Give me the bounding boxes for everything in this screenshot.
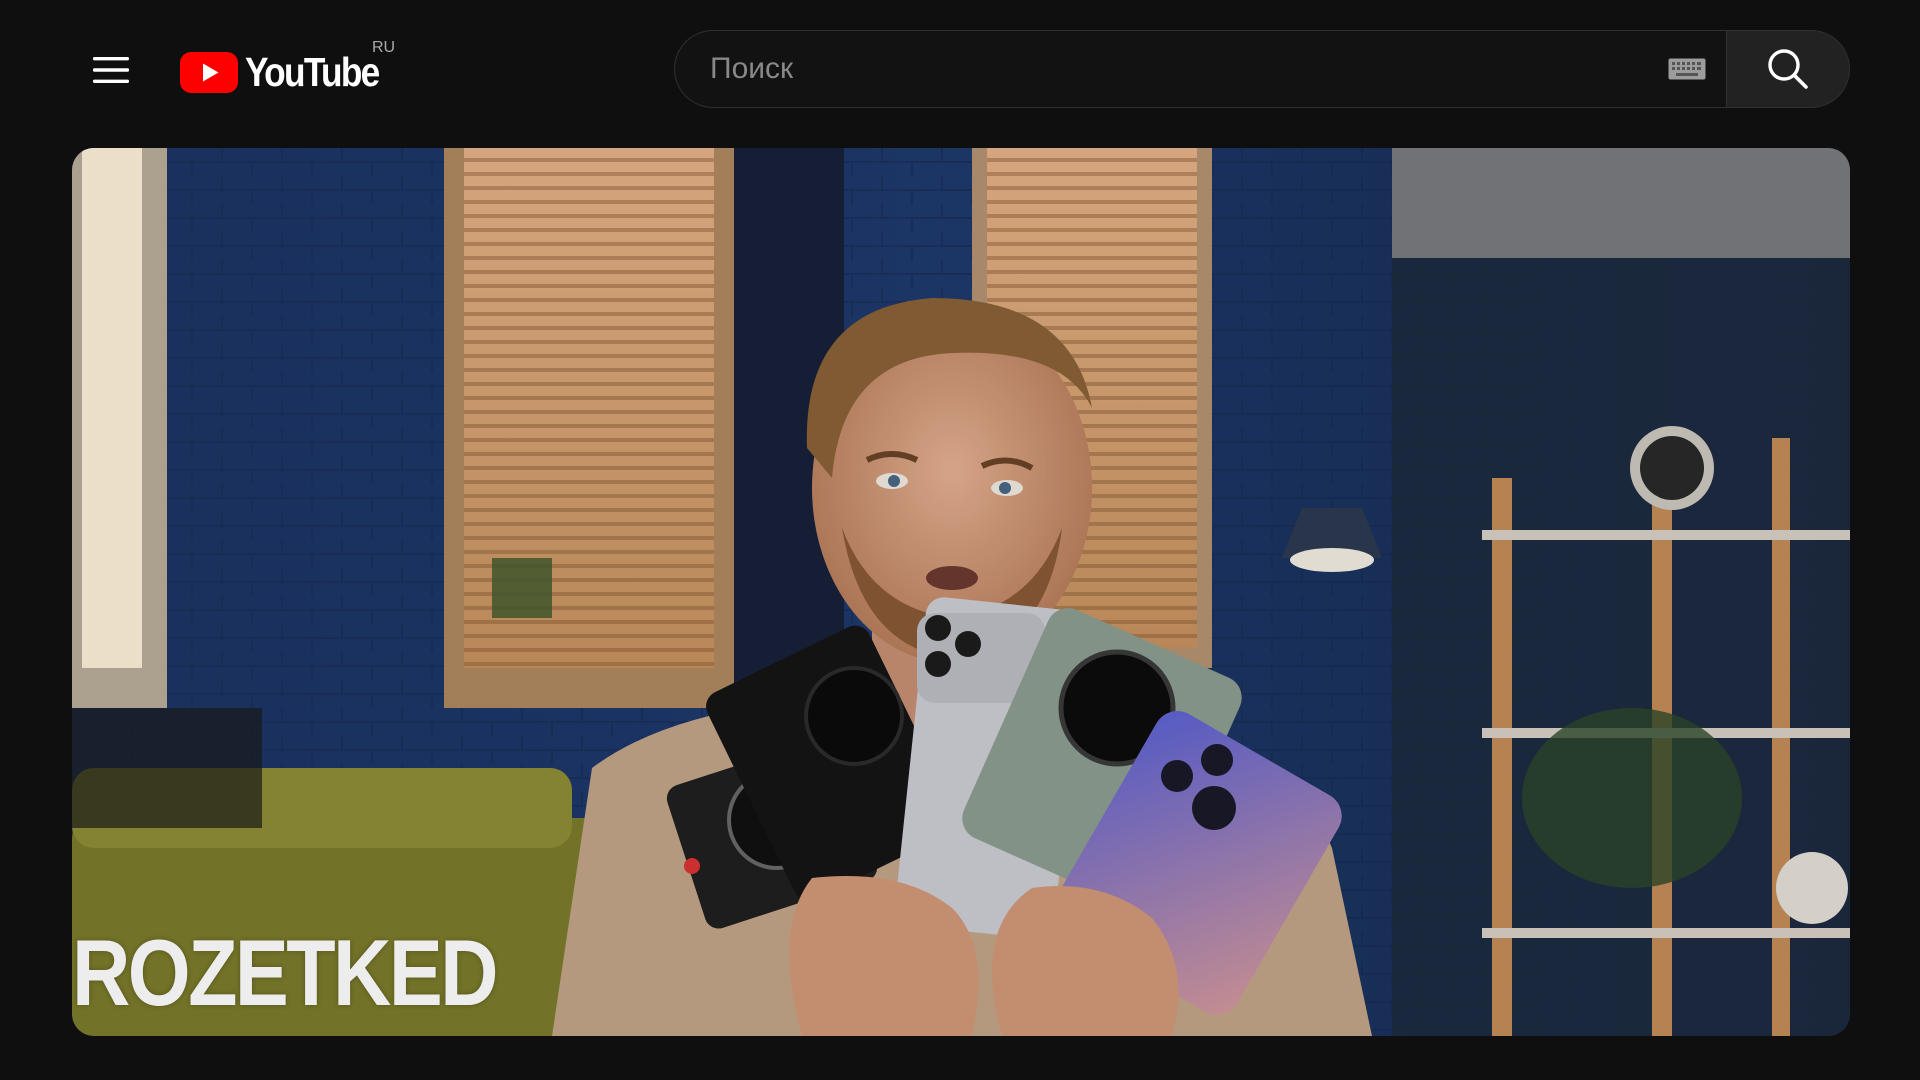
search-box	[674, 30, 1726, 108]
video-frame-thumbnail	[72, 148, 1850, 1036]
country-code: RU	[372, 39, 396, 56]
search-bar	[674, 30, 1850, 108]
masthead: YouTube RU	[0, 0, 1920, 140]
search-icon	[1768, 49, 1808, 89]
youtube-wordmark: YouTube	[245, 49, 380, 95]
video-player[interactable]: ROZETKED	[72, 148, 1850, 1036]
youtube-logo-link[interactable]: YouTube RU	[180, 39, 400, 98]
youtube-play-icon	[180, 51, 238, 93]
hamburger-menu-icon	[93, 57, 129, 83]
guide-menu-button[interactable]	[76, 44, 146, 96]
search-button[interactable]	[1726, 30, 1850, 108]
search-input[interactable]	[708, 51, 1658, 87]
channel-watermark: ROZETKED	[72, 920, 499, 1025]
keyboard-icon[interactable]	[1668, 58, 1706, 80]
